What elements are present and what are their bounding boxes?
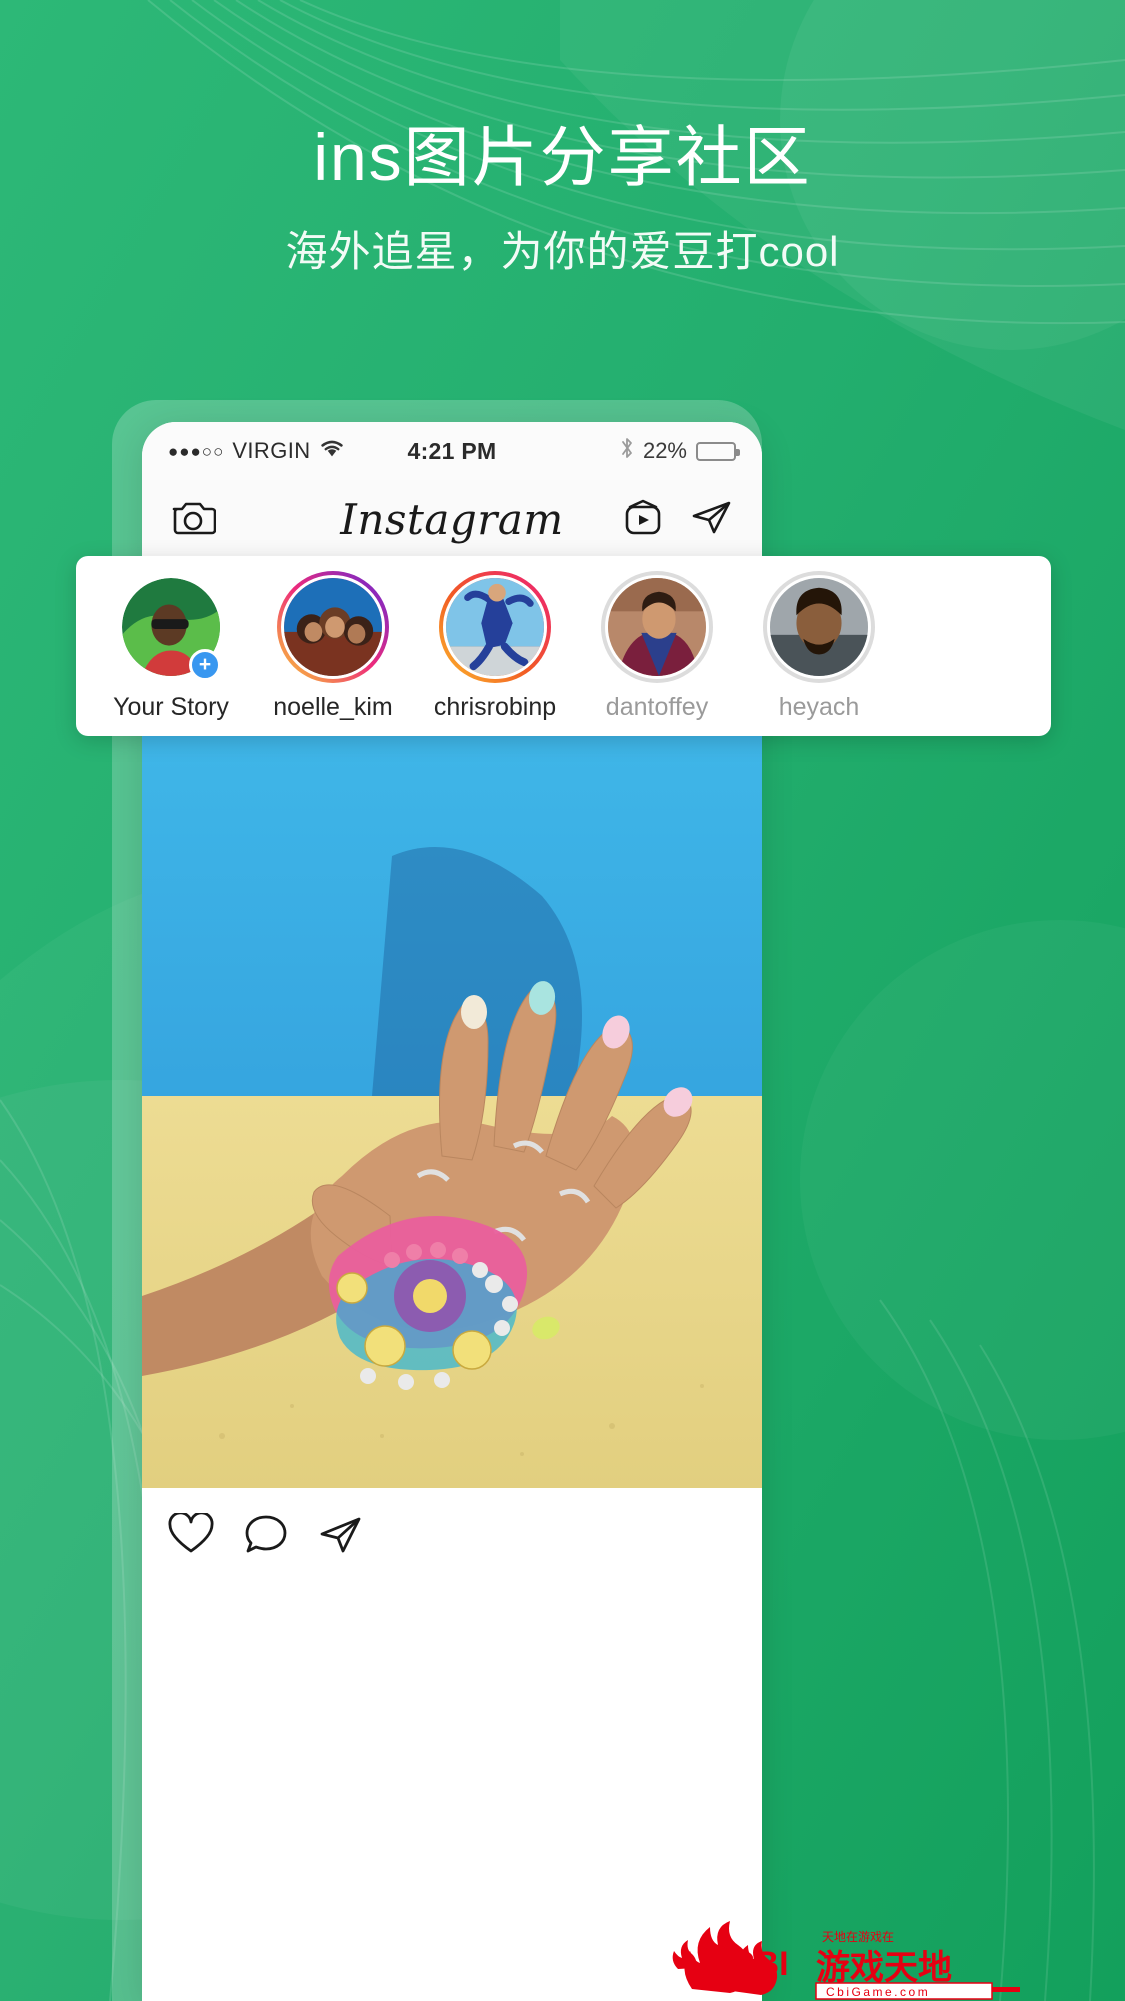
story-ring bbox=[439, 570, 551, 683]
story-username: chrisrobinp bbox=[433, 692, 557, 721]
igtv-icon[interactable] bbox=[622, 497, 664, 542]
signal-dots-icon: ●●●○○ bbox=[168, 441, 225, 461]
story-username: dantoffey bbox=[605, 692, 709, 721]
story-ring bbox=[763, 570, 875, 683]
story-ring: + bbox=[115, 571, 227, 683]
navbar-right-actions bbox=[622, 497, 734, 542]
avatar bbox=[281, 574, 385, 679]
story-item[interactable]: noelle_kim bbox=[252, 570, 414, 722]
watermark: CBI 天地在游戏在 游戏天地 CbiGame.com bbox=[672, 1921, 1020, 2000]
comment-bubble-icon[interactable] bbox=[244, 1513, 288, 1560]
avatar bbox=[605, 574, 709, 679]
status-bar: ●●●○○ VIRGIN 4:21 PM 22% bbox=[142, 422, 762, 480]
watermark-chinese: 游戏天地 bbox=[816, 1948, 952, 1988]
page-title: ins图片分享社区 bbox=[313, 120, 812, 194]
story-item[interactable]: chrisrobinp bbox=[414, 570, 576, 722]
status-bar-right: 22% bbox=[620, 436, 740, 466]
battery-percent-label: 22% bbox=[642, 438, 687, 463]
camera-icon[interactable] bbox=[170, 497, 217, 542]
story-username: Your Story bbox=[113, 692, 229, 721]
carrier-label: VIRGIN bbox=[232, 438, 311, 463]
story-ring bbox=[277, 570, 389, 683]
heart-icon[interactable] bbox=[168, 1511, 214, 1560]
paper-plane-icon[interactable] bbox=[318, 1513, 364, 1560]
battery-icon bbox=[696, 441, 740, 461]
avatar bbox=[767, 574, 871, 679]
story-username: heyach bbox=[778, 692, 860, 721]
story-item[interactable]: dantoffey bbox=[576, 570, 738, 722]
status-bar-left: ●●●○○ VIRGIN bbox=[168, 438, 345, 464]
story-item[interactable]: + Your Story bbox=[90, 571, 252, 722]
story-username: noelle_kim bbox=[273, 692, 393, 721]
story-item[interactable]: heyach bbox=[738, 570, 900, 722]
watermark-url: CbiGame.com bbox=[826, 1985, 930, 1999]
watermark-tagline: 天地在游戏在 bbox=[822, 1930, 894, 1944]
wifi-icon bbox=[319, 438, 345, 464]
post-actions bbox=[142, 1488, 762, 1584]
story-ring bbox=[601, 570, 713, 683]
avatar bbox=[443, 574, 547, 679]
instagram-navbar: Instagram bbox=[142, 480, 762, 560]
paper-plane-icon[interactable] bbox=[690, 497, 734, 542]
post-image[interactable] bbox=[142, 736, 762, 1488]
hero-text-block: ins图片分享社区 海外追星，为你的爱豆打cool bbox=[0, 0, 1125, 279]
app-screenshot: ins图片分享社区 海外追星，为你的爱豆打cool ●●●○○ VIRGIN 4… bbox=[0, 0, 1125, 2001]
page-subtitle: 海外追星，为你的爱豆打cool bbox=[285, 227, 840, 275]
bluetooth-icon bbox=[620, 436, 634, 466]
stories-tray[interactable]: + Your Story noelle_kim chrisrobinp dant… bbox=[76, 556, 1051, 736]
add-story-badge[interactable]: + bbox=[189, 648, 221, 681]
watermark-brand: CBI bbox=[730, 1945, 789, 1983]
